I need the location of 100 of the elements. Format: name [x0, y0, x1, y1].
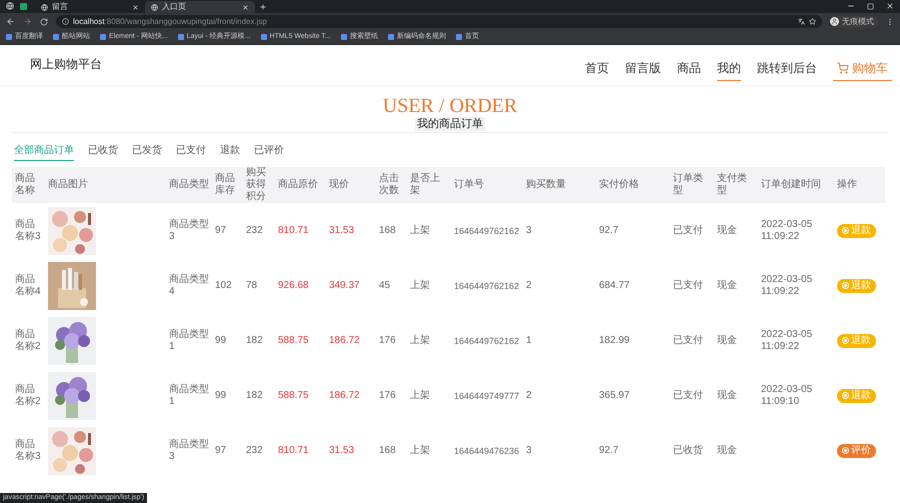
- payment-type: 现金: [717, 224, 737, 236]
- close-icon[interactable]: [886, 2, 894, 10]
- tab-title: 留言: [52, 1, 69, 13]
- order-tab[interactable]: 已评价: [254, 143, 284, 161]
- bookmark-icon: [260, 34, 267, 40]
- profile-label: 无痕模式: [842, 16, 874, 28]
- order-status: 已收货: [673, 444, 703, 456]
- stock-value: 97: [215, 224, 226, 236]
- product-name: 商品名称2: [15, 384, 41, 406]
- radio-icon: [842, 227, 849, 234]
- paid-price: 684.77: [599, 280, 630, 290]
- order-number: 1646449762162: [454, 280, 520, 290]
- forward-icon[interactable]: [23, 17, 32, 26]
- bookmark-icon: [456, 34, 462, 40]
- original-price: 588.75: [278, 390, 309, 400]
- shelf-status: 上架: [410, 444, 430, 456]
- created-time: 2022-03-05 11:09:22: [761, 218, 814, 242]
- order-number: 1646449762162: [454, 226, 520, 236]
- payment-type: 现金: [717, 390, 737, 400]
- points-value: 182: [246, 390, 263, 400]
- points-value: 78: [246, 280, 258, 290]
- maximize-icon[interactable]: [867, 3, 874, 10]
- new-tab-icon[interactable]: [259, 3, 267, 11]
- click-count: 168: [379, 444, 396, 456]
- nav-link[interactable]: 留言版: [625, 59, 661, 81]
- click-count: 45: [379, 280, 390, 290]
- url-text: localhost:8080/wangshanggouwupingtai/front/index.jsp: [73, 16, 268, 28]
- column-header: 订单类型: [673, 173, 703, 196]
- paid-price: 92.7: [599, 444, 618, 456]
- back-icon[interactable]: [6, 17, 15, 26]
- quantity-value: 3: [526, 444, 532, 456]
- cart-icon: [837, 62, 849, 74]
- original-price: 926.68: [278, 280, 309, 290]
- address-bar[interactable]: localhost:8080/wangshanggouwupingtai/front/index.jsp: [56, 15, 822, 28]
- order-number: 1646449476236: [454, 446, 520, 456]
- column-header: 支付类型: [717, 173, 747, 196]
- column-header: 商品名称: [15, 173, 35, 196]
- product-name: 商品名称3: [15, 438, 41, 462]
- points-value: 182: [246, 334, 263, 346]
- stock-value: 102: [215, 280, 232, 290]
- column-header: 现价: [329, 179, 349, 190]
- points-value: 232: [246, 444, 263, 456]
- shelf-status: 上架: [410, 280, 430, 290]
- order-tab[interactable]: 已支付: [176, 143, 206, 161]
- info-icon: [62, 18, 69, 25]
- bookmark-icon: [388, 34, 394, 40]
- click-count: 168: [379, 224, 396, 236]
- payment-type: 现金: [717, 334, 737, 346]
- quantity-value: 2: [526, 280, 532, 290]
- paid-price: 182.99: [599, 334, 630, 346]
- column-header: 订单创建时间: [761, 179, 821, 190]
- nav-link[interactable]: 首页: [585, 59, 609, 81]
- column-header: 购买获得积分: [246, 167, 266, 202]
- paid-price: 365.97: [599, 390, 630, 400]
- column-header: 点击次数: [379, 173, 399, 196]
- product-name: 商品名称3: [15, 218, 41, 242]
- shelf-status: 上架: [410, 334, 430, 346]
- app-icon: [20, 3, 27, 10]
- product-type: 商品类型3: [169, 438, 209, 462]
- reload-icon[interactable]: [40, 18, 48, 26]
- close-icon[interactable]: [132, 4, 139, 10]
- paid-price: 92.7: [599, 224, 618, 236]
- nav-link[interactable]: 我的: [717, 59, 741, 81]
- profile-chip[interactable]: 无痕模式: [830, 16, 878, 28]
- order-tab[interactable]: 已收货: [88, 143, 118, 161]
- bookmark-star-icon[interactable]: [809, 18, 816, 25]
- bookmark-icon: [100, 34, 106, 40]
- bookmark-icon: [53, 34, 59, 40]
- current-price: 186.72: [329, 390, 360, 400]
- shelf-status: 上架: [410, 390, 430, 400]
- nav-link[interactable]: 跳转到后台: [757, 59, 817, 81]
- site-logo: 网上购物平台: [30, 56, 102, 73]
- globe-icon: [151, 4, 158, 10]
- original-price: 588.75: [278, 334, 309, 346]
- column-header: 商品图片: [48, 179, 88, 190]
- bookmark-icon: [178, 34, 184, 40]
- order-number: 1646449749777: [454, 390, 520, 400]
- translate-icon[interactable]: [798, 18, 805, 25]
- nav-link[interactable]: 商品: [677, 59, 701, 81]
- original-price: 810.71: [278, 444, 309, 456]
- globe-icon: [41, 4, 48, 10]
- page-subtitle: 我的商品订单: [415, 117, 485, 131]
- tab-title: 入口页: [162, 1, 187, 13]
- order-tab[interactable]: 退款: [220, 143, 240, 161]
- browser-tab[interactable]: 入口页: [145, 1, 255, 13]
- original-price: 810.71: [278, 224, 309, 236]
- avatar-icon: [830, 17, 839, 26]
- order-tab[interactable]: 已发货: [132, 143, 162, 161]
- quantity-value: 3: [526, 224, 532, 236]
- close-icon[interactable]: [242, 4, 249, 10]
- bookmark-icon: [6, 34, 12, 40]
- bookmark-icon: [340, 34, 347, 40]
- click-count: 176: [379, 334, 396, 346]
- order-status: 已支付: [673, 280, 703, 290]
- order-status: 已支付: [673, 390, 703, 400]
- shelf-status: 上架: [410, 224, 430, 236]
- browser-tab[interactable]: 留言: [35, 1, 145, 13]
- product-type: 商品类型4: [169, 274, 209, 296]
- stock-value: 99: [215, 334, 226, 346]
- current-price: 186.72: [329, 334, 360, 346]
